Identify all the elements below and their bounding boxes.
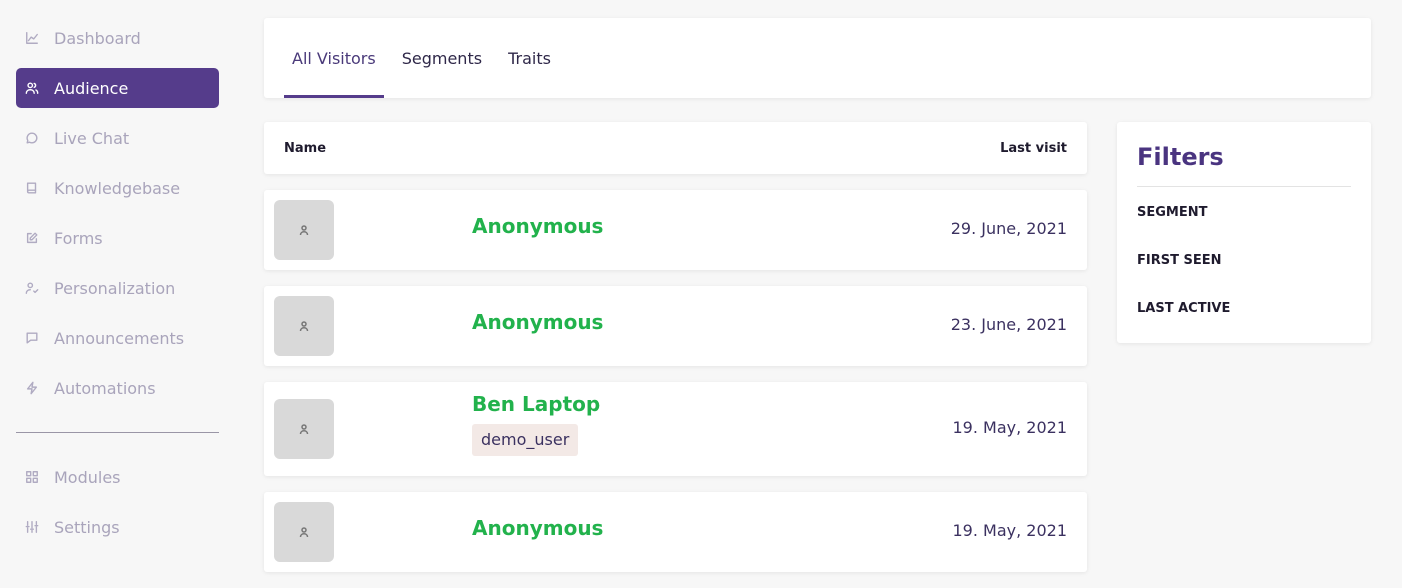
sidebar-item-announcements[interactable]: Announcements (16, 318, 219, 358)
chart-icon (24, 30, 40, 46)
sidebar-item-label: Forms (54, 228, 103, 248)
sidebar-item-label: Knowledgebase (54, 178, 181, 198)
user-check-icon (24, 280, 40, 296)
column-header-name[interactable]: Name (284, 141, 326, 156)
sidebar: Dashboard Audience Live Chat Knowledgeba… (16, 18, 219, 557)
filters-title: Filters (1137, 143, 1224, 171)
sidebar-item-label: Audience (54, 78, 129, 98)
visitor-name[interactable]: Anonymous (472, 310, 603, 334)
column-header-last-visit[interactable]: Last visit (1000, 141, 1067, 156)
filter-first-seen[interactable]: FIRST SEEN (1137, 253, 1351, 301)
sidebar-item-label: Settings (54, 517, 120, 537)
lightning-icon (24, 380, 40, 396)
sidebar-item-knowledgebase[interactable]: Knowledgebase (16, 168, 219, 208)
avatar (274, 200, 334, 260)
grid-icon (24, 469, 40, 485)
filter-last-active[interactable]: LAST ACTIVE (1137, 301, 1351, 349)
sidebar-item-audience[interactable]: Audience (16, 68, 219, 108)
table-row[interactable]: Ben Laptop demo_user 19. May, 2021 (264, 382, 1087, 476)
trait-tag: demo_user (472, 424, 579, 456)
chat-bubble-icon (24, 130, 40, 146)
avatar (274, 296, 334, 356)
sidebar-item-forms[interactable]: Forms (16, 218, 219, 258)
sidebar-divider (16, 432, 219, 433)
sidebar-item-label: Dashboard (54, 28, 141, 48)
users-icon (24, 80, 40, 96)
tabs-bar: All Visitors Segments Traits (264, 18, 1371, 98)
sidebar-item-personalization[interactable]: Personalization (16, 268, 219, 308)
sidebar-item-label: Live Chat (54, 128, 130, 148)
filters-divider (1137, 186, 1351, 187)
message-square-icon (24, 330, 40, 346)
visitor-name[interactable]: Anonymous (472, 214, 603, 238)
table-row[interactable]: Anonymous 23. June, 2021 (264, 286, 1087, 366)
avatar (274, 399, 334, 459)
user-icon (299, 424, 309, 435)
edit-icon (24, 230, 40, 246)
last-visit-date: 19. May, 2021 (952, 418, 1068, 437)
sliders-icon (24, 519, 40, 535)
filters-panel: Filters SEGMENT FIRST SEEN LAST ACTIVE (1117, 122, 1371, 343)
user-icon (299, 225, 309, 236)
last-visit-date: 23. June, 2021 (950, 315, 1067, 334)
table-row[interactable]: Anonymous 29. June, 2021 (264, 190, 1087, 270)
visitor-name[interactable]: Ben Laptop (472, 392, 600, 416)
last-visit-date: 19. May, 2021 (952, 521, 1068, 540)
sidebar-item-label: Announcements (54, 328, 185, 348)
sidebar-item-label: Personalization (54, 278, 176, 298)
user-icon (299, 321, 309, 332)
sidebar-item-automations[interactable]: Automations (16, 368, 219, 408)
tab-segments[interactable]: Segments (394, 18, 490, 98)
sidebar-item-label: Automations (54, 378, 156, 398)
sidebar-item-label: Modules (54, 467, 121, 487)
sidebar-item-modules[interactable]: Modules (16, 457, 219, 497)
sidebar-item-settings[interactable]: Settings (16, 507, 219, 547)
book-icon (24, 180, 40, 196)
filter-segment[interactable]: SEGMENT (1137, 205, 1351, 253)
table-row[interactable]: Anonymous 19. May, 2021 (264, 492, 1087, 572)
tab-traits[interactable]: Traits (500, 18, 559, 98)
avatar (274, 502, 334, 562)
last-visit-date: 29. June, 2021 (950, 219, 1067, 238)
user-icon (299, 527, 309, 538)
tab-all-visitors[interactable]: All Visitors (284, 18, 384, 98)
sidebar-item-live-chat[interactable]: Live Chat (16, 118, 219, 158)
sidebar-item-dashboard[interactable]: Dashboard (16, 18, 219, 58)
table-header: Name Last visit (264, 122, 1087, 174)
visitor-name[interactable]: Anonymous (472, 516, 603, 540)
